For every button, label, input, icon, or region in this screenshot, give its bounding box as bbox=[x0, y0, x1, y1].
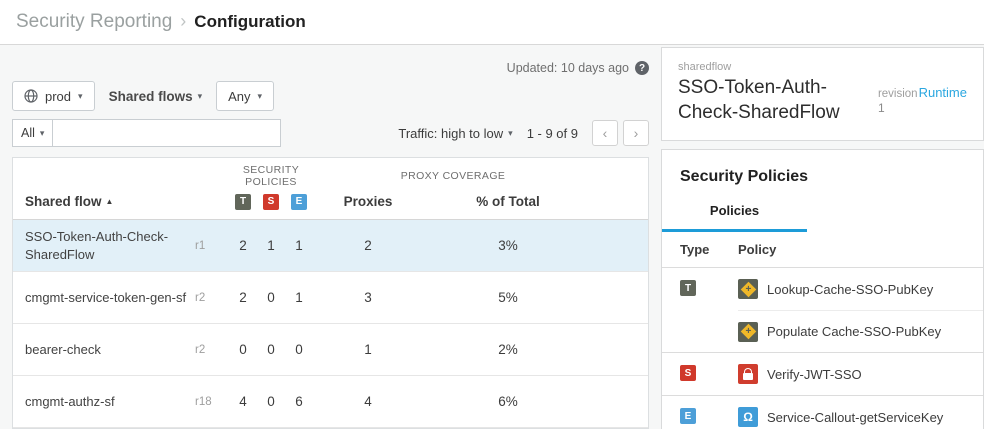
table-row[interactable]: cmgmt-service-token-gen-sf r2 2 0 1 3 5% bbox=[13, 272, 648, 324]
pct-total-column-header: % of Total bbox=[423, 194, 593, 209]
shared-flows-table: SECURITY POLICIES PROXY COVERAGE Shared … bbox=[12, 157, 649, 429]
cache-icon: + bbox=[738, 322, 758, 342]
prev-page-button[interactable]: ‹ bbox=[592, 120, 618, 146]
updated-row: Updated: 10 days ago ? bbox=[12, 59, 649, 77]
extension-badge: E bbox=[680, 408, 696, 424]
proxies-column-header: Proxies bbox=[313, 194, 423, 209]
policies-tabbar: Policies bbox=[662, 202, 983, 232]
security-policies-group-header: SECURITY POLICIES bbox=[229, 164, 313, 188]
updated-text: Updated: 10 days ago bbox=[507, 61, 629, 75]
security-badge: S bbox=[680, 365, 696, 381]
revision-tag: r2 bbox=[195, 344, 229, 356]
policy-row[interactable]: Ω Service-Callout-getServiceKey bbox=[738, 396, 983, 429]
tab-policies[interactable]: Policies bbox=[662, 202, 807, 232]
page-title: Configuration bbox=[194, 12, 305, 32]
sort-asc-icon: ▲ bbox=[106, 197, 114, 206]
sharedflow-header-card: sharedflow SSO-Token-Auth-Check-SharedFl… bbox=[661, 47, 984, 141]
revision-tag: r18 bbox=[195, 396, 229, 408]
filter-row: prod ▾ Shared flows ▾ Any ▾ bbox=[12, 81, 649, 111]
traffic-mgmt-badge: T bbox=[680, 280, 696, 296]
report-pane: Updated: 10 days ago ? prod ▾ Shared flo… bbox=[0, 45, 661, 429]
traffic-sort-dropdown[interactable]: Traffic: high to low ▾ bbox=[398, 126, 512, 141]
cache-icon: + bbox=[738, 279, 758, 299]
revision-tag: r2 bbox=[195, 292, 229, 304]
any-filter-label: Any bbox=[228, 89, 250, 104]
proxy-type-label: Shared flows bbox=[109, 89, 193, 104]
extension-badge: E bbox=[291, 194, 307, 210]
caret-down-icon: ▾ bbox=[508, 128, 513, 139]
type-column-header: Type bbox=[680, 242, 738, 257]
help-icon[interactable]: ? bbox=[635, 61, 649, 75]
callout-icon: Ω bbox=[738, 407, 758, 427]
traffic-sort-label: Traffic: high to low bbox=[398, 126, 503, 141]
caret-down-icon: ▾ bbox=[198, 91, 203, 102]
pagination-range: 1 - 9 of 9 bbox=[527, 126, 578, 141]
policy-group: T + Lookup-Cache-SSO-PubKey + Populate C… bbox=[662, 268, 983, 353]
revision-block: revision Runtime 1 bbox=[878, 76, 967, 125]
caret-down-icon: ▾ bbox=[40, 128, 45, 139]
caret-down-icon: ▾ bbox=[258, 91, 263, 102]
breadcrumb: Security Reporting › Configuration bbox=[0, 0, 984, 45]
any-filter-dropdown[interactable]: Any ▾ bbox=[216, 81, 274, 111]
globe-icon bbox=[24, 89, 38, 103]
revision-tag: r1 bbox=[195, 240, 229, 252]
content: Updated: 10 days ago ? prod ▾ Shared flo… bbox=[0, 45, 984, 429]
policy-column-header: Policy bbox=[738, 242, 983, 257]
policy-row[interactable]: + Populate Cache-SSO-PubKey bbox=[738, 310, 983, 352]
breadcrumb-parent[interactable]: Security Reporting bbox=[16, 11, 172, 33]
chevron-left-icon: ‹ bbox=[603, 125, 608, 141]
lock-icon bbox=[738, 364, 758, 384]
search-box: All ▾ bbox=[12, 119, 281, 147]
sharedflow-kind-label: sharedflow bbox=[678, 61, 967, 73]
next-page-button[interactable]: › bbox=[623, 120, 649, 146]
breadcrumb-separator-icon: › bbox=[180, 11, 186, 32]
chevron-right-icon: › bbox=[634, 125, 639, 141]
detail-pane: sharedflow SSO-Token-Auth-Check-SharedFl… bbox=[661, 45, 984, 429]
policy-row[interactable]: + Lookup-Cache-SSO-PubKey bbox=[738, 268, 983, 310]
policy-group: S Verify-JWT-SSO bbox=[662, 353, 983, 396]
security-policies-heading: Security Policies bbox=[662, 150, 983, 202]
shared-flow-column-header[interactable]: Shared flow ▲ bbox=[25, 194, 229, 209]
sharedflow-title: SSO-Token-Auth-Check-SharedFlow bbox=[678, 76, 878, 125]
security-badge: S bbox=[263, 194, 279, 210]
policy-row[interactable]: Verify-JWT-SSO bbox=[738, 353, 983, 395]
table-row[interactable]: cmgmt-authz-sf r18 4 0 6 4 6% bbox=[13, 376, 648, 428]
environment-dropdown[interactable]: prod ▾ bbox=[12, 81, 95, 111]
proxy-coverage-group-header: PROXY COVERAGE bbox=[313, 170, 593, 182]
table-header-row: Shared flow ▲ T S E Proxies % of Total bbox=[13, 184, 648, 220]
search-scope-dropdown[interactable]: All ▾ bbox=[13, 120, 53, 146]
runtime-link[interactable]: Runtime bbox=[919, 85, 967, 100]
caret-down-icon: ▾ bbox=[78, 91, 83, 102]
policy-table-header: Type Policy bbox=[662, 232, 983, 268]
table-row[interactable]: SSO-Token-Auth-Check-SharedFlow r1 2 1 1… bbox=[13, 220, 648, 272]
proxy-type-dropdown[interactable]: Shared flows ▾ bbox=[109, 89, 203, 104]
policy-group: E Ω Service-Callout-getServiceKey bbox=[662, 396, 983, 429]
table-row[interactable]: bearer-check r2 0 0 0 1 2% bbox=[13, 324, 648, 376]
environment-label: prod bbox=[45, 89, 71, 104]
security-policies-card: Security Policies Policies Type Policy T… bbox=[661, 149, 984, 429]
search-input[interactable] bbox=[53, 120, 280, 146]
traffic-mgmt-badge: T bbox=[235, 194, 251, 210]
revision-label: revision bbox=[878, 88, 918, 100]
search-sort-row: All ▾ Traffic: high to low ▾ 1 - 9 of 9 … bbox=[12, 119, 649, 147]
revision-value: 1 bbox=[878, 101, 967, 115]
sort-pagination: Traffic: high to low ▾ 1 - 9 of 9 ‹ › bbox=[398, 120, 649, 146]
table-group-headers: SECURITY POLICIES PROXY COVERAGE bbox=[13, 158, 648, 184]
search-scope-label: All bbox=[21, 126, 35, 140]
